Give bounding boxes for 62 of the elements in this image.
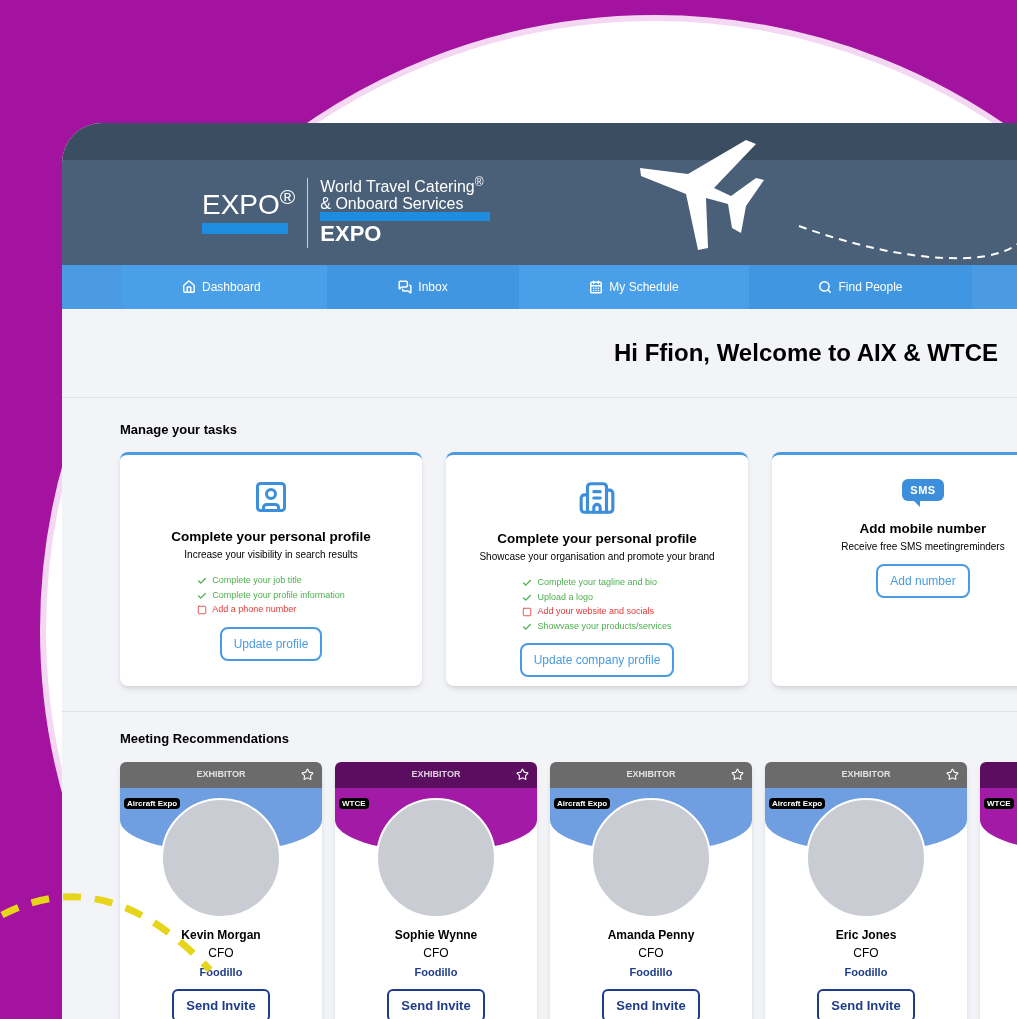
- event-tag: WTCE: [339, 798, 369, 809]
- company-name: Foodillo: [414, 965, 458, 980]
- card-category: EXHIBITOR: [196, 768, 246, 782]
- checklist-item: Showvase your products/services: [537, 619, 672, 633]
- checklist-item: Upload a logo: [537, 590, 593, 604]
- star-icon[interactable]: [516, 768, 529, 781]
- chat-icon: [398, 280, 413, 294]
- star-icon[interactable]: [731, 768, 744, 781]
- update-button[interactable]: Update company profile: [519, 643, 675, 678]
- nav-tab[interactable]: My Schedule: [519, 265, 749, 309]
- logo-text: EXPO$^{®}$: [202, 191, 296, 219]
- event-tag: Aircraft Expo: [769, 798, 826, 809]
- card-title: Complete your personal profile: [171, 528, 371, 546]
- logo-title: & Onboard Services: [320, 195, 465, 212]
- search-icon: [818, 280, 833, 294]
- job-title: CFO: [423, 945, 449, 962]
- card-category: EXHIBITOR: [841, 768, 891, 782]
- person-name: Amanda Penny: [607, 927, 695, 944]
- card-subtitle: Increase your visibility in search results: [184, 548, 358, 563]
- checklist-item: Complete your profile information: [212, 588, 345, 602]
- nav-tab[interactable]: Inbox: [327, 265, 519, 309]
- building-icon: [578, 479, 616, 517]
- calendar-icon: [589, 280, 604, 294]
- card-title: Complete your personal profile: [497, 530, 697, 548]
- job-title: CFO: [208, 945, 234, 962]
- card-subtitle: Receive free SMS meetingreminders: [841, 540, 1005, 555]
- nav-tab[interactable]: Dashboard: [122, 265, 327, 309]
- card-subtitle: Showcase your organisation and promote your brand: [479, 550, 715, 565]
- card-title: Add mobile number: [859, 520, 987, 538]
- checklist-item: Complete your job title: [212, 574, 302, 588]
- event-tag: Aircraft Expo: [124, 798, 181, 809]
- update-button[interactable]: Add number: [876, 564, 970, 599]
- logo-title: World Travel Catering$^{®}$: [320, 178, 485, 195]
- person-name: Kevin Morgan: [181, 927, 261, 944]
- logo-subtitle: EXPO: [320, 221, 383, 247]
- section-heading: Meeting Recommendations: [120, 731, 290, 746]
- send-invite-button[interactable]: Send Invite: [817, 988, 915, 1019]
- nav-tab[interactable]: Find People: [749, 265, 972, 309]
- person-icon: [253, 479, 289, 515]
- star-icon[interactable]: [946, 768, 959, 781]
- event-tag: WTCE: [984, 798, 1014, 809]
- job-title: CFO: [638, 945, 664, 962]
- person-name: Eric Jones: [835, 927, 897, 944]
- send-invite-button[interactable]: Send Invite: [172, 988, 270, 1019]
- welcome-heading: Hi Ffion, Welcome to AIX & WTCE: [614, 338, 998, 368]
- job-title: CFO: [853, 945, 879, 962]
- checklist-item: Add your website and socials: [537, 605, 655, 619]
- person-name: Sophie Wynne: [394, 927, 478, 944]
- event-tag: Aircraft Expo: [554, 798, 611, 809]
- send-invite-button[interactable]: Send Invite: [602, 988, 700, 1019]
- company-name: Foodillo: [844, 965, 888, 980]
- card-category: EXHIBITOR: [411, 768, 461, 782]
- star-icon[interactable]: [301, 768, 314, 781]
- update-button[interactable]: Update profile: [219, 626, 323, 661]
- send-invite-button[interactable]: Send Invite: [387, 988, 485, 1019]
- card-category: EXHIBITOR: [626, 768, 676, 782]
- section-heading: Manage your tasks: [120, 422, 238, 437]
- company-name: Foodillo: [199, 965, 243, 980]
- checklist-item: Add a phone number: [212, 603, 297, 617]
- home-icon: [182, 280, 196, 294]
- company-name: Foodillo: [629, 965, 673, 980]
- checklist-item: Complete your tagline and bio: [537, 576, 658, 590]
